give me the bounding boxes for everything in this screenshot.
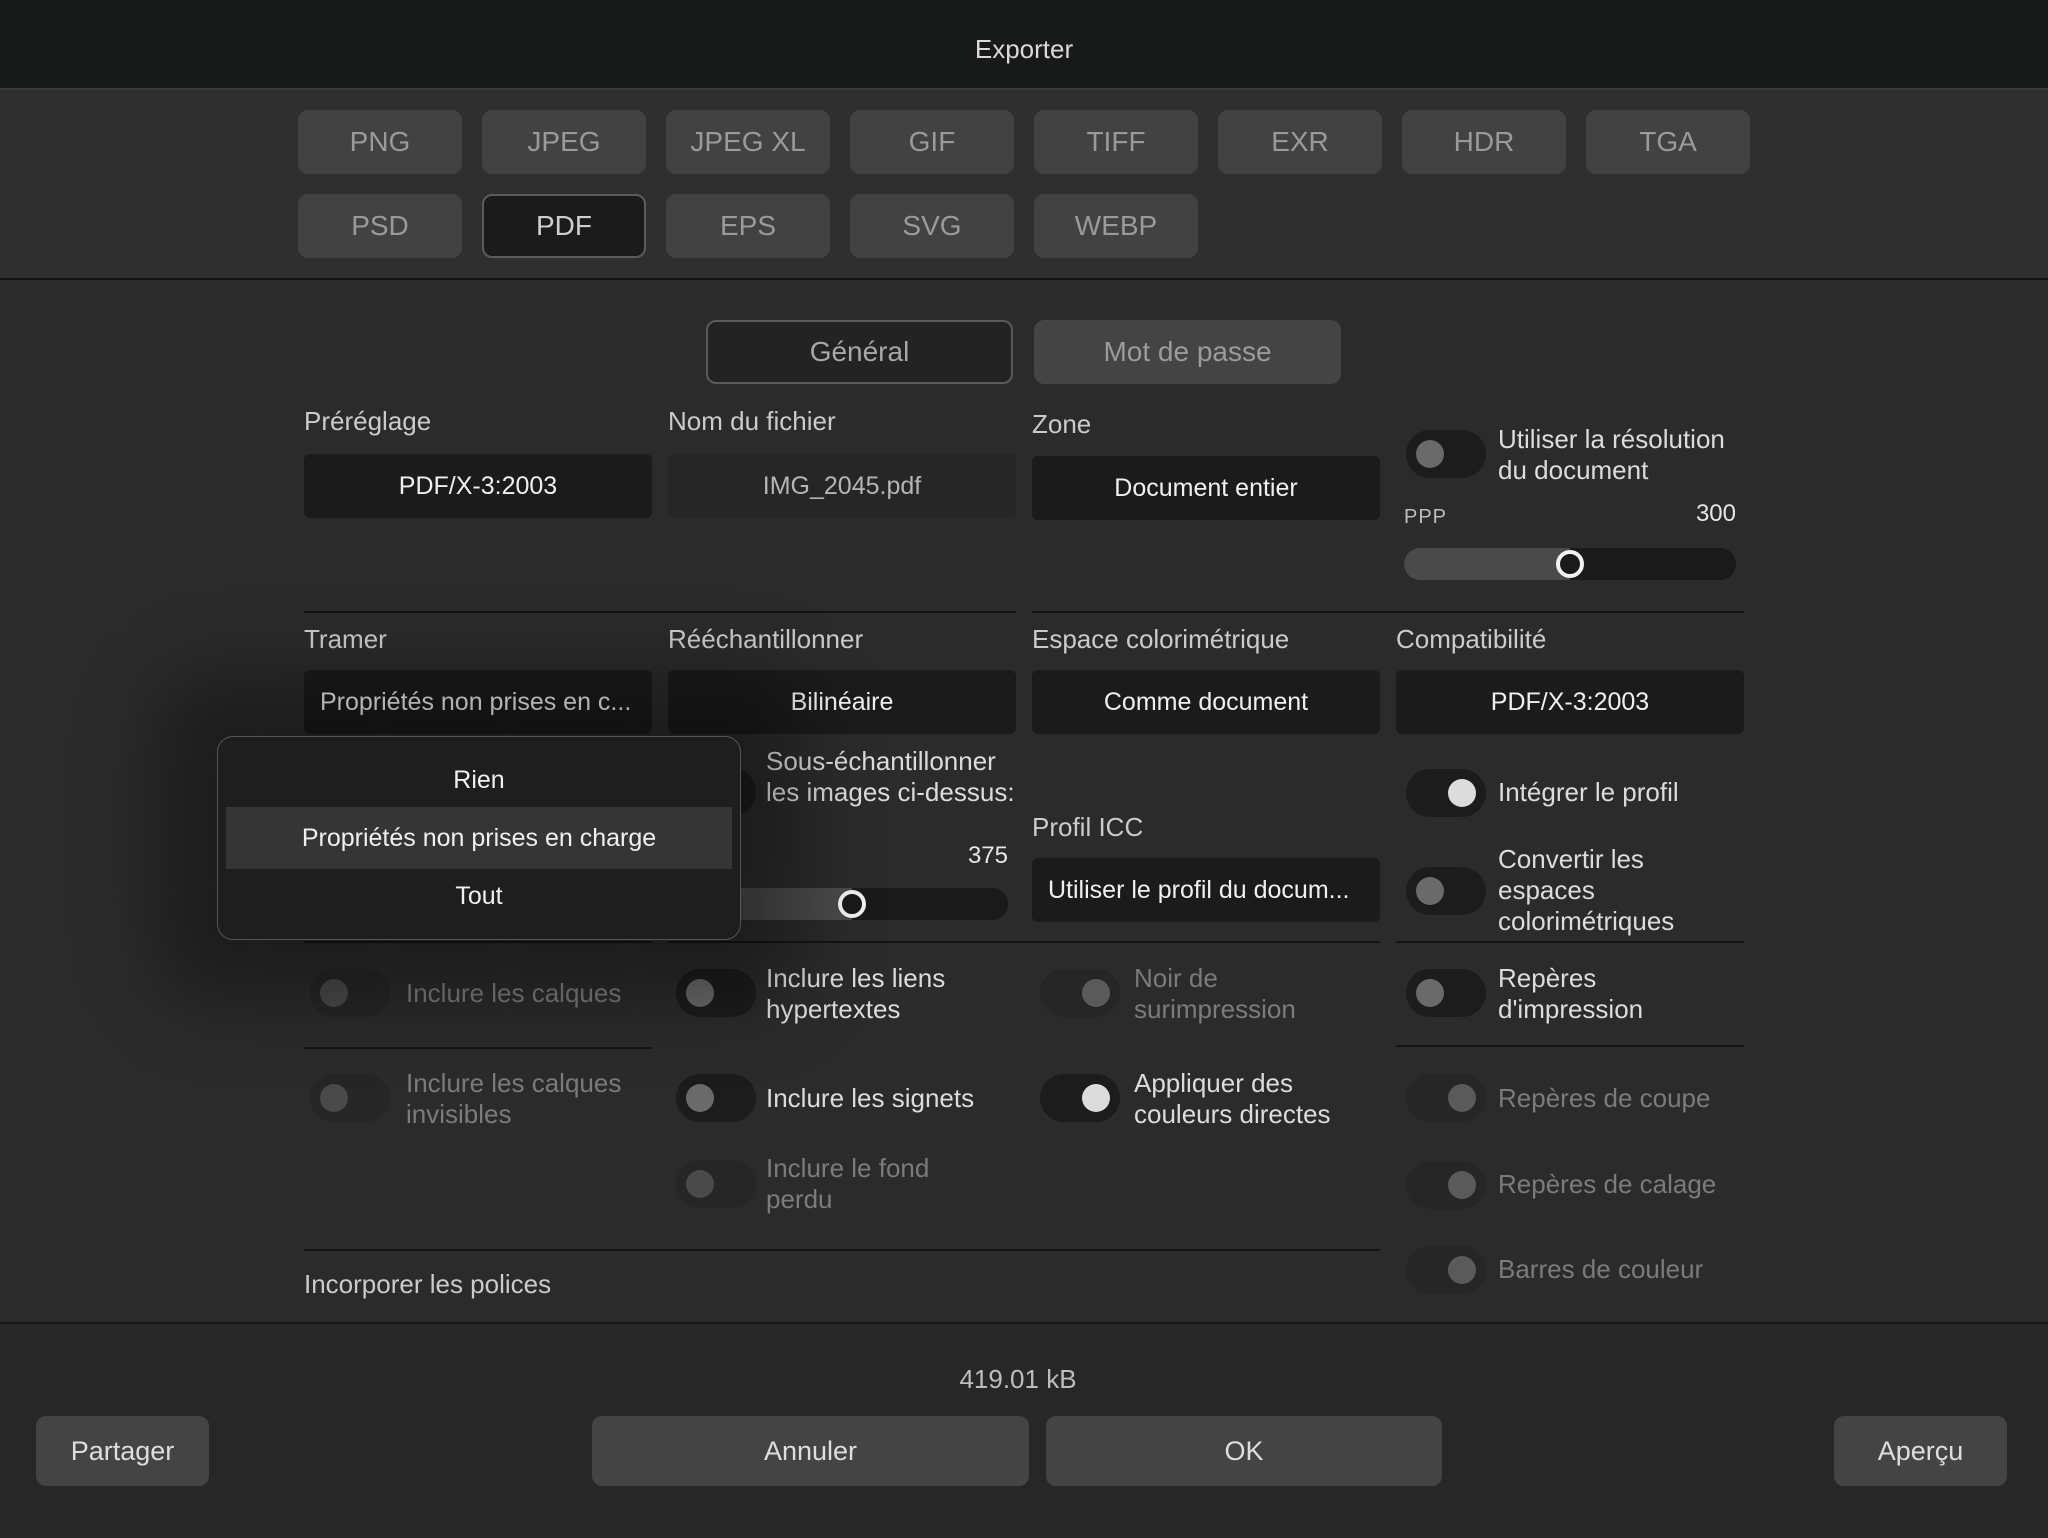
toggle-knob: [686, 1084, 714, 1112]
dither-options-popup: Rien Propriétés non prises en charge Tou…: [217, 736, 741, 940]
format-button-tiff[interactable]: TIFF: [1034, 110, 1198, 174]
crop-marks-label: Repères de coupe: [1498, 1083, 1711, 1113]
divider: [304, 1047, 652, 1049]
file-size: 419.01 kB: [959, 1364, 1077, 1394]
toggle-knob: [320, 979, 348, 1007]
toggle-knob: [1082, 1084, 1110, 1112]
dither-dropdown[interactable]: Propriétés non prises en c...: [304, 670, 652, 734]
ppp-slider-thumb[interactable]: [1556, 550, 1584, 578]
format-button-exr[interactable]: EXR: [1218, 110, 1382, 174]
colorspace-dropdown[interactable]: Comme document: [1032, 670, 1380, 734]
include-layers-label: Inclure les calques: [406, 978, 622, 1008]
toggle-knob: [1448, 1256, 1476, 1284]
colorspace-label: Espace colorimétrique: [1032, 624, 1290, 654]
include-bookmarks-label: Inclure les signets: [766, 1083, 975, 1113]
include-hyperlinks-label: Inclure les liens hypertextes: [766, 963, 946, 1024]
format-button-gif[interactable]: GIF: [850, 110, 1014, 174]
include-bleed-label: Inclure le fond perdu: [766, 1153, 930, 1214]
filename-input[interactable]: IMG_2045.pdf: [668, 454, 1016, 518]
toggle-knob: [320, 1084, 348, 1112]
toggle-knob: [1416, 440, 1444, 468]
registration-marks-label: Repères de calage: [1498, 1169, 1717, 1199]
cancel-button[interactable]: Annuler: [592, 1416, 1029, 1486]
popup-item-unsupported-properties[interactable]: Propriétés non prises en charge: [226, 807, 732, 869]
print-marks-toggle[interactable]: [1406, 969, 1486, 1017]
icc-profile-label: Profil ICC: [1032, 812, 1144, 842]
divider: [304, 1249, 1380, 1251]
color-bars-toggle[interactable]: [1406, 1246, 1486, 1294]
toggle-knob: [1448, 1171, 1476, 1199]
toggle-knob: [686, 979, 714, 1007]
format-button-pdf[interactable]: PDF: [482, 194, 646, 258]
icc-profile-dropdown[interactable]: Utiliser le profil du docum...: [1032, 858, 1380, 922]
resample-dropdown[interactable]: Bilinéaire: [668, 670, 1016, 734]
include-bleed-toggle[interactable]: [676, 1160, 756, 1208]
popup-item-none[interactable]: Rien: [226, 749, 732, 811]
use-document-resolution-label: Utiliser la résolution du document: [1498, 424, 1725, 485]
crop-marks-toggle[interactable]: [1406, 1074, 1486, 1122]
toggle-knob: [1082, 979, 1110, 1007]
convert-colorspaces-toggle[interactable]: [1406, 867, 1486, 915]
overprint-black-label: Noir de surimpression: [1134, 963, 1296, 1024]
include-invisible-layers-label: Inclure les calques invisibles: [406, 1068, 622, 1129]
preview-button[interactable]: Aperçu: [1834, 1416, 2007, 1486]
zone-dropdown[interactable]: Document entier: [1032, 456, 1380, 520]
ppp-slider-fill: [1404, 548, 1570, 580]
format-button-jpeg[interactable]: JPEG: [482, 110, 646, 174]
include-hyperlinks-toggle[interactable]: [676, 969, 756, 1017]
compatibility-label: Compatibilité: [1396, 624, 1547, 654]
ppp-value: 300: [1695, 500, 1736, 527]
toggle-knob: [1448, 1084, 1476, 1112]
embed-profile-toggle[interactable]: [1406, 769, 1486, 817]
use-document-resolution-toggle[interactable]: [1406, 430, 1486, 478]
registration-marks-toggle[interactable]: [1406, 1161, 1486, 1209]
toggle-knob: [686, 1170, 714, 1198]
include-invisible-layers-toggle[interactable]: [310, 1074, 390, 1122]
compatibility-dropdown[interactable]: PDF/X-3:2003: [1396, 670, 1744, 734]
resample-label: Rééchantillonner: [668, 624, 864, 654]
dither-label: Tramer: [304, 624, 387, 654]
tab-general[interactable]: Général: [706, 320, 1013, 384]
format-button-png[interactable]: PNG: [298, 110, 462, 174]
subsample-label: Sous-échantillonner les images ci-dessus…: [766, 746, 1015, 807]
share-button[interactable]: Partager: [36, 1416, 209, 1486]
toggle-knob: [1448, 779, 1476, 807]
format-button-webp[interactable]: WEBP: [1034, 194, 1198, 258]
divider: [304, 941, 652, 943]
popup-item-all[interactable]: Tout: [226, 865, 732, 927]
tab-password[interactable]: Mot de passe: [1034, 320, 1341, 384]
ppp-label: PPP: [1404, 506, 1448, 528]
toggle-knob: [1416, 979, 1444, 1007]
format-button-eps[interactable]: EPS: [666, 194, 830, 258]
embed-fonts-label: Incorporer les polices: [304, 1269, 552, 1299]
divider: [1032, 611, 1744, 613]
divider: [1396, 941, 1744, 943]
format-button-hdr[interactable]: HDR: [1402, 110, 1566, 174]
format-button-psd[interactable]: PSD: [298, 194, 462, 258]
divider: [668, 941, 1380, 943]
format-button-jpeg-xl[interactable]: JPEG XL: [666, 110, 830, 174]
window-title: Exporter: [974, 34, 1074, 64]
include-bookmarks-toggle[interactable]: [676, 1074, 756, 1122]
ok-button[interactable]: OK: [1046, 1416, 1442, 1486]
spot-colors-label: Appliquer des couleurs directes: [1134, 1068, 1331, 1129]
preset-dropdown[interactable]: PDF/X-3:2003: [304, 454, 652, 518]
include-layers-toggle[interactable]: [310, 969, 390, 1017]
toggle-knob: [1416, 877, 1444, 905]
divider: [304, 611, 1016, 613]
spot-colors-toggle[interactable]: [1040, 1074, 1120, 1122]
zone-label: Zone: [1032, 409, 1092, 439]
convert-colorspaces-label: Convertir les espaces colorimétriques: [1498, 844, 1675, 936]
overprint-black-toggle[interactable]: [1040, 969, 1120, 1017]
embed-profile-label: Intégrer le profil: [1498, 777, 1679, 807]
format-button-tga[interactable]: TGA: [1586, 110, 1750, 174]
subsample-value: 375: [967, 842, 1008, 869]
filename-label: Nom du fichier: [668, 406, 836, 436]
format-button-svg[interactable]: SVG: [850, 194, 1014, 258]
subsample-slider-thumb[interactable]: [837, 890, 866, 918]
preset-label: Préréglage: [304, 406, 432, 436]
divider: [1396, 1045, 1744, 1047]
print-marks-label: Repères d'impression: [1498, 963, 1644, 1024]
color-bars-label: Barres de couleur: [1498, 1254, 1704, 1284]
